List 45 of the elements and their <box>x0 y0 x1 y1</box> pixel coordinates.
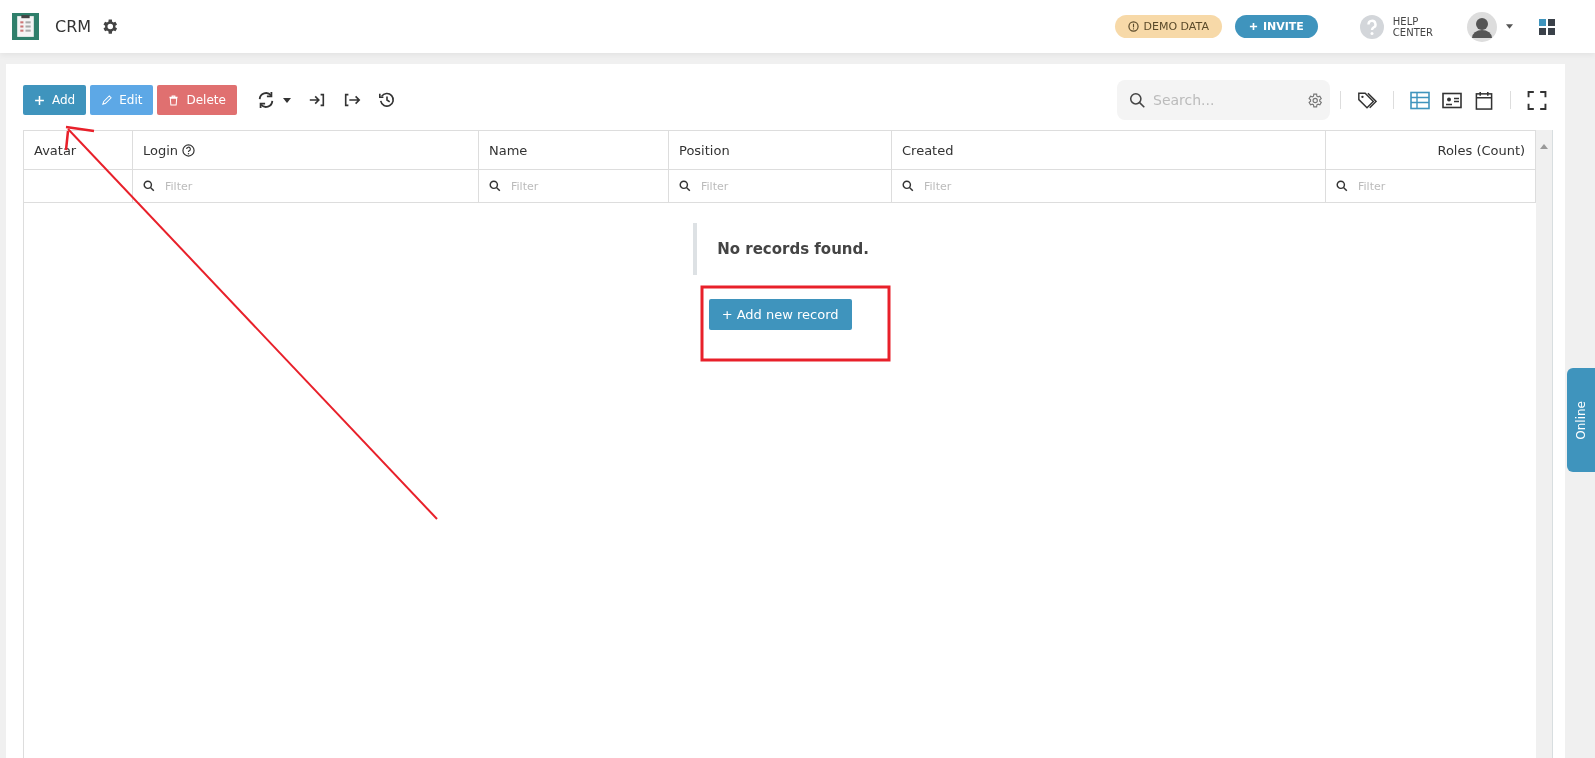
plus-icon <box>34 94 45 106</box>
help-icon[interactable] <box>182 143 196 157</box>
clipboard-logo-icon <box>12 13 39 40</box>
trash-icon <box>168 94 180 106</box>
search-icon <box>143 180 155 192</box>
tags-icon[interactable] <box>1357 90 1377 110</box>
caret-icon[interactable] <box>282 97 291 103</box>
column-header[interactable]: Roles (Count) <box>1437 142 1526 158</box>
search-input[interactable]: Search... <box>1151 91 1306 109</box>
import-icon[interactable] <box>307 91 326 109</box>
column-header[interactable]: Login <box>143 142 179 158</box>
export-icon[interactable] <box>342 91 361 109</box>
info-icon <box>1127 21 1139 32</box>
fullscreen-icon[interactable] <box>1527 90 1547 110</box>
search-icon <box>902 180 914 192</box>
empty-message: No records found. <box>693 223 869 275</box>
filter-field[interactable]: Filter <box>163 178 468 194</box>
app-name: CRM <box>55 17 92 36</box>
column-header[interactable]: Name <box>489 142 528 158</box>
search-field[interactable]: Search... <box>1117 80 1330 120</box>
settings-icon[interactable] <box>1306 91 1323 109</box>
demo-data-badge[interactable]: DEMO DATA <box>1114 15 1222 38</box>
column-header[interactable]: Created <box>902 142 954 158</box>
filter-field[interactable]: Filter <box>509 178 658 194</box>
filter-field[interactable]: Filter <box>699 178 881 194</box>
card-view-icon[interactable] <box>1442 90 1462 110</box>
help-center-link[interactable]: HELP CENTER <box>1392 15 1433 38</box>
calendar-icon[interactable] <box>1474 90 1494 110</box>
avatar-icon[interactable] <box>1467 11 1497 42</box>
history-icon[interactable] <box>377 91 396 109</box>
table-view-icon[interactable] <box>1410 90 1430 110</box>
refresh-icon[interactable] <box>256 91 275 109</box>
search-icon <box>679 180 691 192</box>
column-header[interactable]: Avatar <box>34 142 77 158</box>
search-icon <box>1129 91 1146 109</box>
search-icon <box>489 180 501 192</box>
pencil-icon <box>101 94 113 106</box>
scrollbar[interactable] <box>1536 130 1553 758</box>
filter-field[interactable]: Filter <box>922 178 1315 194</box>
search-icon <box>1336 180 1348 192</box>
apps-grid-icon[interactable] <box>1539 18 1555 35</box>
caret-icon[interactable] <box>1506 24 1513 29</box>
column-header[interactable]: Position <box>679 142 730 158</box>
filter-field[interactable]: Filter <box>1356 178 1526 194</box>
plus-icon <box>1248 22 1258 31</box>
